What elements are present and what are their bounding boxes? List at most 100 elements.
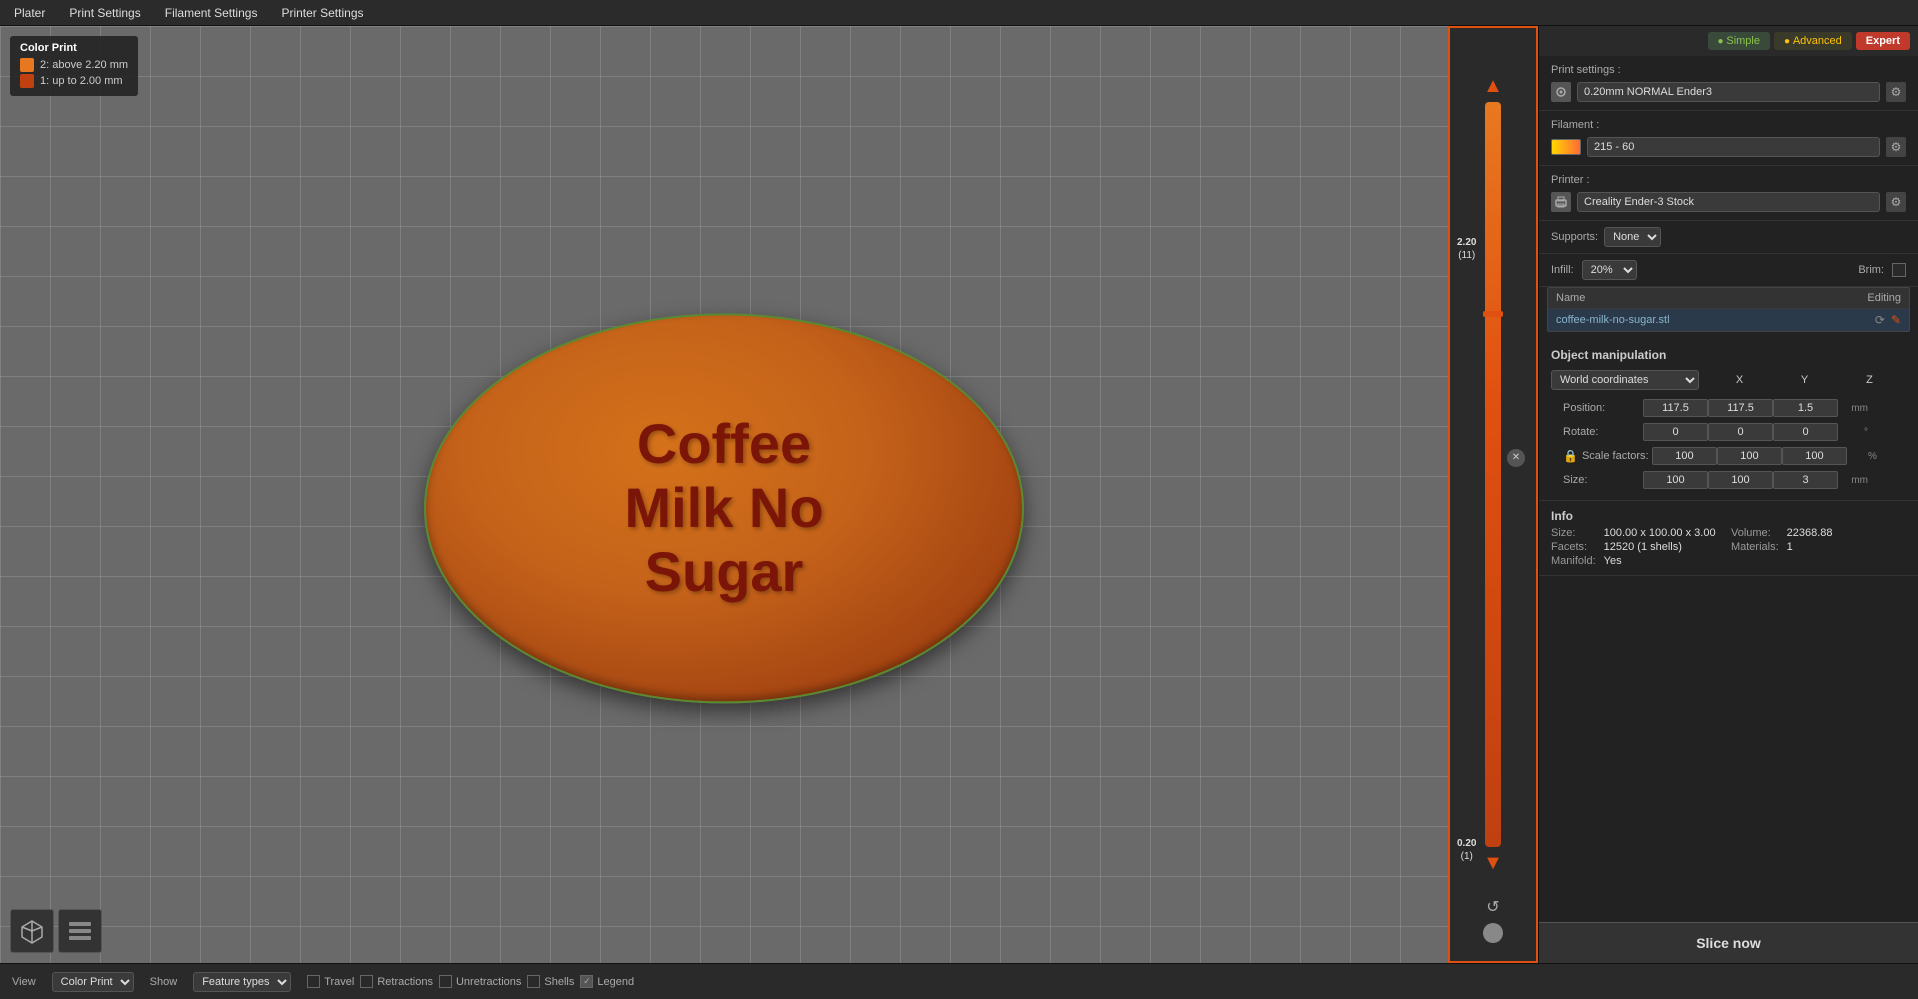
- filament-select[interactable]: 215 - 60: [1587, 137, 1880, 157]
- scale-x-input[interactable]: [1652, 447, 1717, 465]
- print-profile-select[interactable]: 0.20mm NORMAL Ender3: [1577, 82, 1880, 102]
- menu-filament-settings[interactable]: Filament Settings: [159, 4, 264, 22]
- advanced-dot: ●: [1784, 36, 1793, 47]
- settings-icon: [1554, 85, 1568, 99]
- menu-bar: Plater Print Settings Filament Settings …: [0, 0, 1918, 26]
- slider-top-arrow[interactable]: ▲: [1483, 76, 1503, 96]
- info-grid: Size: 100.00 x 100.00 x 3.00 Volume: 223…: [1551, 527, 1906, 567]
- position-label: Position:: [1563, 402, 1643, 414]
- slider-track[interactable]: [1485, 102, 1501, 847]
- filament-gear[interactable]: ⚙: [1886, 137, 1906, 157]
- name-column-header: Name: [1556, 292, 1821, 304]
- print-settings-gear[interactable]: ⚙: [1886, 82, 1906, 102]
- menu-print-settings[interactable]: Print Settings: [63, 4, 146, 22]
- brim-label: Brim:: [1858, 264, 1884, 276]
- scale-z-input[interactable]: [1782, 447, 1847, 465]
- layer-slider-panel: ▲ ▼ 2.20 (11) 0.20 (1) ✕ ↺: [1448, 26, 1538, 963]
- printer-gear[interactable]: ⚙: [1886, 192, 1906, 212]
- menu-plater[interactable]: Plater: [8, 4, 51, 22]
- display-checkboxes: Travel Retractions Unretractions Shells …: [307, 975, 634, 988]
- tab-advanced[interactable]: ● Advanced: [1774, 32, 1852, 50]
- world-coords-row: World coordinates X Y Z: [1551, 370, 1906, 396]
- size-y-input[interactable]: [1708, 471, 1773, 489]
- model-table: Name Editing coffee-milk-no-sugar.stl ⟳ …: [1547, 287, 1910, 332]
- model-table-header: Name Editing: [1548, 288, 1909, 308]
- brim-checkbox[interactable]: [1892, 263, 1906, 277]
- position-x-input[interactable]: [1643, 399, 1708, 417]
- slider-origin-button[interactable]: [1483, 923, 1503, 943]
- position-unit: mm: [1838, 403, 1868, 414]
- viewport[interactable]: Color Print 2: above 2.20 mm 1: up to 2.…: [0, 26, 1448, 963]
- layer-value-top: 2.20 (11): [1457, 236, 1476, 262]
- reload-icon[interactable]: ⟳: [1875, 313, 1885, 327]
- slider-thumb[interactable]: [1483, 311, 1503, 317]
- show-select[interactable]: Feature types: [193, 972, 291, 992]
- unretractions-checkbox-item: Unretractions: [439, 975, 521, 988]
- slice-now-button[interactable]: Slice now: [1539, 922, 1918, 963]
- object-manipulation: Object manipulation World coordinates X …: [1539, 340, 1918, 501]
- shells-checkbox[interactable]: [527, 975, 540, 988]
- size-z-input[interactable]: [1773, 471, 1838, 489]
- slider-bottom-arrow[interactable]: ▼: [1483, 853, 1503, 873]
- legend-item-1: 1: up to 2.00 mm: [20, 74, 128, 88]
- info-section: Info Size: 100.00 x 100.00 x 3.00 Volume…: [1539, 501, 1918, 576]
- view-icons: [10, 909, 102, 953]
- scale-y-input[interactable]: [1717, 447, 1782, 465]
- 3d-view-button[interactable]: [10, 909, 54, 953]
- scale-label: Scale factors:: [1582, 450, 1652, 462]
- right-panel: ● Simple ● Advanced Expert Print setting…: [1538, 26, 1918, 963]
- legend-title: Color Print: [20, 42, 128, 54]
- model-row[interactable]: coffee-milk-no-sugar.stl ⟳ ✎: [1548, 308, 1909, 331]
- slider-close-button[interactable]: ✕: [1507, 449, 1525, 467]
- object-manipulation-title: Object manipulation: [1551, 348, 1906, 362]
- printer-select[interactable]: Creality Ender-3 Stock: [1577, 192, 1880, 212]
- info-materials-value: 1: [1787, 541, 1906, 553]
- info-materials-key: Materials:: [1731, 541, 1779, 553]
- rotate-x-input[interactable]: [1643, 423, 1708, 441]
- position-row: Position: mm: [1551, 396, 1906, 420]
- info-volume-key: Volume:: [1731, 527, 1779, 539]
- rotate-label: Rotate:: [1563, 426, 1643, 438]
- rotate-unit: °: [1838, 427, 1868, 438]
- view-select[interactable]: Color Print: [52, 972, 134, 992]
- print-settings-row: 0.20mm NORMAL Ender3 ⚙: [1551, 82, 1906, 102]
- model-name-cell: coffee-milk-no-sugar.stl: [1556, 314, 1821, 326]
- supports-row: Supports: None: [1539, 221, 1918, 254]
- infill-select[interactable]: 20%: [1582, 260, 1637, 280]
- scale-unit: %: [1847, 451, 1877, 462]
- tab-simple[interactable]: ● Simple: [1708, 32, 1770, 50]
- shells-label: Shells: [544, 976, 574, 988]
- z-column-header: Z: [1837, 374, 1902, 386]
- edit-model-icon[interactable]: ✎: [1891, 313, 1901, 327]
- slider-wrapper: ▲ ▼ 2.20 (11) 0.20 (1) ✕ ↺: [1453, 36, 1533, 953]
- position-z-input[interactable]: [1773, 399, 1838, 417]
- rotate-y-input[interactable]: [1708, 423, 1773, 441]
- tab-expert[interactable]: Expert: [1856, 32, 1910, 50]
- info-size-key: Size:: [1551, 527, 1596, 539]
- travel-checkbox[interactable]: [307, 975, 320, 988]
- unretractions-checkbox[interactable]: [439, 975, 452, 988]
- info-size-value: 100.00 x 100.00 x 3.00: [1604, 527, 1723, 539]
- legend-checkmark: ✓: [583, 976, 591, 987]
- layer-view-button[interactable]: [58, 909, 102, 953]
- supports-select[interactable]: None: [1604, 227, 1661, 247]
- show-label: Show: [150, 976, 178, 988]
- filament-color-swatch[interactable]: [1551, 139, 1581, 155]
- layers-icon: [66, 917, 94, 945]
- lock-icon[interactable]: 🔒: [1563, 449, 1578, 463]
- legend-checkbox[interactable]: ✓: [580, 975, 593, 988]
- slider-reset-button[interactable]: ↺: [1486, 897, 1499, 917]
- world-coordinates-select[interactable]: World coordinates: [1551, 370, 1699, 390]
- printer-icon: [1551, 192, 1571, 212]
- rotate-z-input[interactable]: [1773, 423, 1838, 441]
- menu-printer-settings[interactable]: Printer Settings: [275, 4, 369, 22]
- rotate-row: Rotate: °: [1551, 420, 1906, 444]
- retractions-checkbox[interactable]: [360, 975, 373, 988]
- position-y-input[interactable]: [1708, 399, 1773, 417]
- legend-item-2: 2: above 2.20 mm: [20, 58, 128, 72]
- x-column-header: X: [1707, 374, 1772, 386]
- info-manifold-key: Manifold:: [1551, 555, 1596, 567]
- size-x-input[interactable]: [1643, 471, 1708, 489]
- legend-label-1: 1: up to 2.00 mm: [40, 75, 123, 87]
- supports-label: Supports:: [1551, 231, 1598, 243]
